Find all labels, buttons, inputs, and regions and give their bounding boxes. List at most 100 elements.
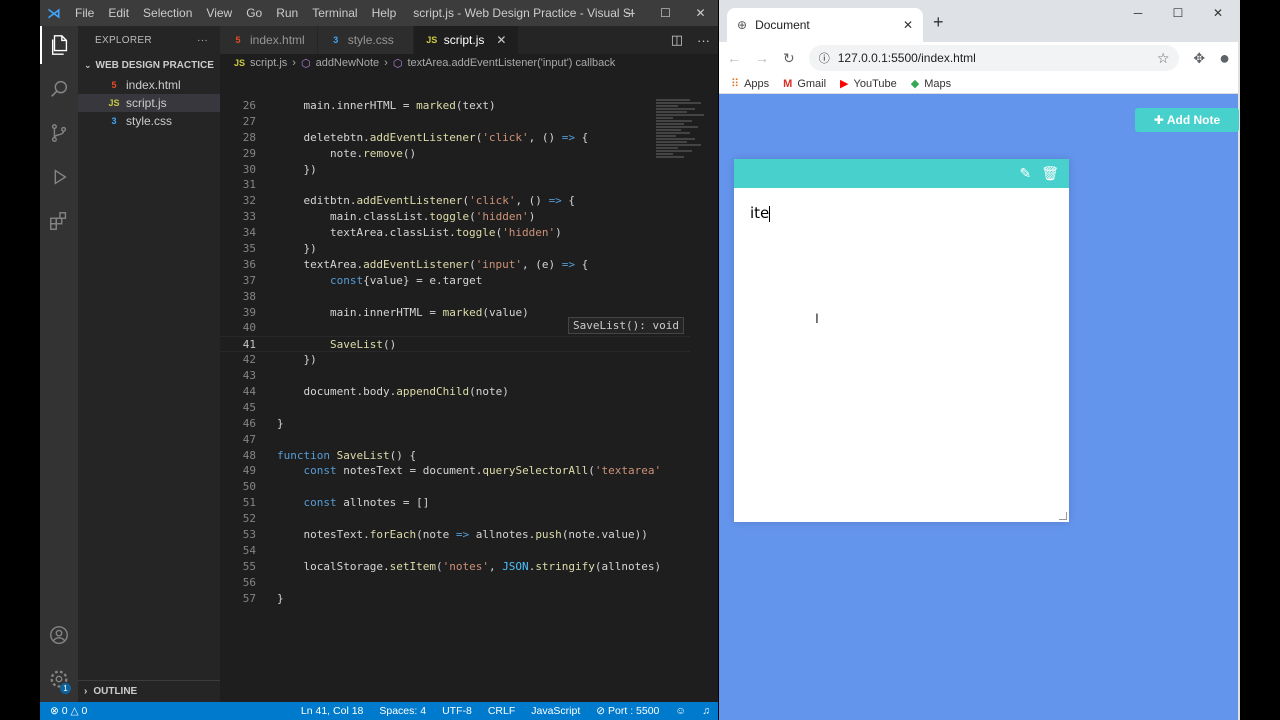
code-line[interactable]: 41 SaveList() [220, 336, 690, 353]
code-line[interactable]: 44 document.body.appendChild(note) [220, 384, 690, 400]
language-mode[interactable]: JavaScript [531, 705, 580, 717]
run-debug-icon[interactable] [40, 158, 78, 196]
code-line[interactable]: 48 function SaveList() { [220, 448, 690, 464]
code-line[interactable]: 27 [220, 114, 690, 130]
add-note-button[interactable]: ✚ Add Note [1135, 108, 1239, 132]
minimize-button[interactable]: ─ [613, 0, 648, 26]
workspace-folder[interactable]: ⌄ WEB DESIGN PRACTICE [78, 54, 220, 76]
menu-selection[interactable]: Selection [136, 6, 199, 20]
bookmark-gmail[interactable]: M Gmail [783, 78, 826, 90]
source-control-icon[interactable] [40, 114, 78, 152]
reload-icon[interactable]: ↻ [783, 50, 795, 67]
code-line[interactable]: 49 const notesText = document.querySelec… [220, 463, 690, 479]
manage-gear-icon[interactable]: 1 [40, 660, 78, 698]
explorer-icon[interactable] [40, 26, 78, 64]
accounts-icon[interactable] [40, 616, 78, 654]
indentation[interactable]: Spaces: 4 [379, 705, 426, 717]
code-line[interactable]: 50 [220, 479, 690, 495]
cursor-position[interactable]: Ln 41, Col 18 [301, 705, 363, 717]
code-line[interactable]: 38 [220, 289, 690, 305]
split-editor-icon[interactable]: ◫ [671, 32, 683, 48]
address-bar[interactable]: ⓘ 127.0.0.1:5500/index.html ☆ [808, 45, 1180, 71]
code-line[interactable]: 33 main.classList.toggle('hidden') [220, 209, 690, 225]
menu-edit[interactable]: Edit [101, 6, 136, 20]
code-line[interactable]: 31 [220, 177, 690, 193]
menu-help[interactable]: Help [365, 6, 404, 20]
encoding[interactable]: UTF-8 [442, 705, 472, 717]
breadcrumb-function[interactable]: addNewNote [316, 57, 380, 69]
code-line[interactable]: 35 }) [220, 241, 690, 257]
maximize-button[interactable]: ☐ [1158, 0, 1198, 26]
new-tab-button[interactable]: + [933, 12, 944, 33]
code-line[interactable]: 56 [220, 575, 690, 591]
code-line[interactable]: 32 editbtn.addEventListener('click', () … [220, 193, 690, 209]
close-button[interactable]: ✕ [1198, 0, 1238, 26]
note-textarea[interactable]: ite [734, 188, 1069, 238]
resize-handle[interactable] [1059, 512, 1067, 520]
code-line[interactable]: 45 [220, 400, 690, 416]
line-endings[interactable]: CRLF [488, 705, 515, 717]
menu-terminal[interactable]: Terminal [305, 6, 364, 20]
minimize-button[interactable]: ─ [1118, 0, 1158, 26]
profile-avatar-icon[interactable]: ● [1219, 48, 1230, 69]
code-line[interactable]: 28 deletebtn.addEventListener('click', (… [220, 130, 690, 146]
code-line[interactable]: 42 }) [220, 352, 690, 368]
code-line[interactable]: 37 const{value} = e.target [220, 273, 690, 289]
breadcrumb-file[interactable]: script.js [250, 57, 287, 69]
bookmark-star-icon[interactable]: ☆ [1157, 50, 1170, 67]
forward-arrow-icon[interactable]: → [755, 50, 769, 66]
feedback-icon[interactable]: ☺ [675, 705, 686, 717]
code-line[interactable]: 53 notesText.forEach(note => allnotes.pu… [220, 527, 690, 543]
outline-section[interactable]: › OUTLINE [78, 680, 220, 702]
close-tab-icon[interactable]: ✕ [496, 33, 506, 47]
menu-run[interactable]: Run [269, 6, 305, 20]
code-line[interactable]: 47 [220, 432, 690, 448]
code-line[interactable]: 51 const allnotes = [] [220, 495, 690, 511]
code-line[interactable]: 34 textArea.classList.toggle('hidden') [220, 225, 690, 241]
file-script-js[interactable]: JS script.js [78, 94, 220, 112]
bookmark-youtube[interactable]: ▶ YouTube [840, 77, 897, 91]
more-actions-icon[interactable]: ··· [697, 33, 710, 48]
menu-view[interactable]: View [199, 6, 239, 20]
bookmark-maps[interactable]: ◆ Maps [911, 77, 951, 91]
close-button[interactable]: ✕ [683, 0, 718, 26]
code-line[interactable]: 36 textArea.addEventListener('input', (e… [220, 257, 690, 273]
edit-icon[interactable]: ✎ [1019, 165, 1031, 182]
minimap[interactable] [656, 98, 712, 188]
code-text: const allnotes = [] [303, 496, 430, 510]
tab-script-js[interactable]: JS script.js ✕ [413, 26, 520, 54]
code-line[interactable]: 30 }) [220, 162, 690, 178]
notifications-bell-icon[interactable]: ♫ [702, 705, 710, 717]
menu-file[interactable]: File [68, 6, 101, 20]
tab-style-css[interactable]: 3 style.css [317, 26, 414, 54]
breadcrumb-callback[interactable]: textArea.addEventListener('input') callb… [407, 57, 615, 69]
problems-indicator[interactable]: ⊗ 0 △ 0 [50, 705, 87, 717]
code-line[interactable]: 52 [220, 511, 690, 527]
more-actions-button[interactable]: ··· [197, 35, 208, 46]
extensions-icon[interactable] [40, 202, 78, 240]
tab-label: style.css [347, 33, 394, 47]
tab-index-html[interactable]: 5 index.html [220, 26, 318, 54]
line-number: 33 [242, 210, 256, 224]
code-line[interactable]: 43 [220, 368, 690, 384]
code-line[interactable]: 29 note.remove() [220, 146, 690, 162]
line-number: 57 [242, 591, 256, 605]
menu-go[interactable]: Go [239, 6, 269, 20]
maximize-button[interactable]: ☐ [648, 0, 683, 26]
code-line[interactable]: 55 localStorage.setItem('notes', JSON.st… [220, 559, 690, 575]
code-line[interactable]: 57} [220, 591, 690, 607]
code-line[interactable]: 26 main.innerHTML = marked(text) [220, 98, 690, 114]
live-server-port[interactable]: ⊘ Port : 5500 [596, 705, 659, 717]
trash-icon[interactable]: 🗑 [1041, 165, 1059, 182]
back-arrow-icon[interactable]: ← [727, 50, 741, 66]
search-icon[interactable] [40, 70, 78, 108]
code-editor[interactable]: 26 main.innerHTML = marked(text) 27 28 del… [220, 98, 690, 607]
code-line[interactable]: 46} [220, 416, 690, 432]
close-tab-icon[interactable]: ✕ [903, 18, 913, 32]
code-line[interactable]: 54 [220, 543, 690, 559]
file-index-html[interactable]: 5 index.html [78, 76, 220, 94]
file-style-css[interactable]: 3 style.css [78, 112, 220, 130]
bookmark-apps[interactable]: ⠿ Apps [731, 77, 769, 91]
extensions-puzzle-icon[interactable]: ✥ [1193, 50, 1205, 67]
tab-document[interactable]: ⊕ Document ✕ [727, 8, 923, 42]
